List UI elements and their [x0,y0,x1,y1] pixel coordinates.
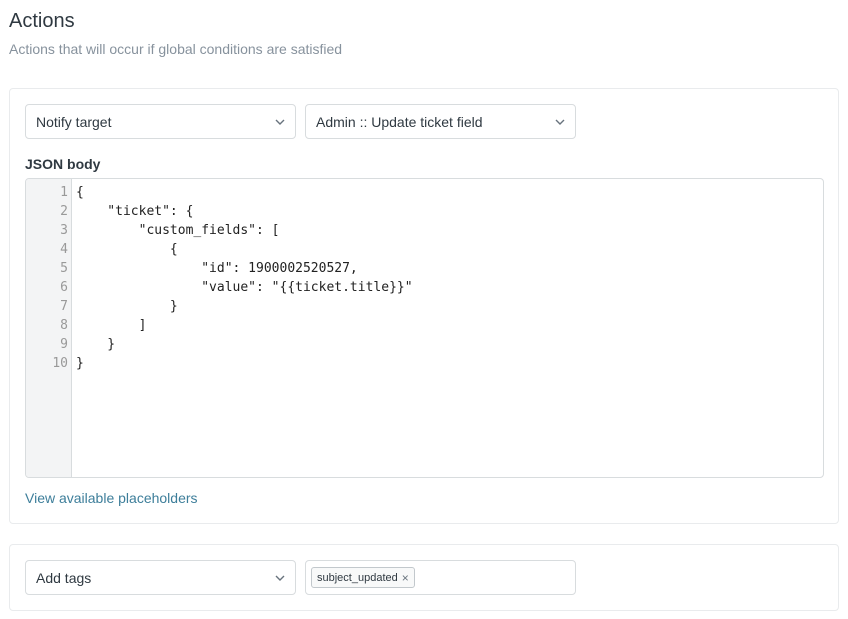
chevron-down-icon [275,117,285,127]
code-line: } [76,356,84,371]
actions-title: Actions [9,10,75,32]
action-card-notify: Notify target Admin :: Update ticket fie… [9,88,839,524]
json-body-label: JSON body [25,156,101,172]
code-line: "ticket": { [76,204,194,219]
notify-target-value: Admin :: Update ticket field [316,113,483,130]
tag-chip: subject_updated × [311,567,415,588]
line-number-gutter: 1 2 3 4 5 6 7 8 9 10 [26,179,72,477]
code-line: } [76,299,178,314]
json-body-editor[interactable]: 1 2 3 4 5 6 7 8 9 10 { "ticket": { "cust… [25,178,824,478]
tags-input[interactable]: subject_updated × [305,560,576,595]
notify-target-select[interactable]: Admin :: Update ticket field [305,104,576,139]
line-number: 4 [60,242,68,257]
action-type-select[interactable]: Notify target [25,104,296,139]
action-type-select[interactable]: Add tags [25,560,296,595]
code-line: "value": "{{ticket.title}}" [76,280,413,295]
action-card-tags: Add tags subject_updated × [9,544,839,611]
code-line: } [76,337,116,352]
line-number: 10 [52,356,68,371]
view-placeholders-link[interactable]: View available placeholders [25,490,198,506]
code-line: "custom_fields": [ [76,223,280,238]
code-line: { [76,242,178,257]
code-line: ] [76,318,147,333]
line-number: 2 [60,204,68,219]
line-number: 1 [60,185,68,200]
tag-label: subject_updated [317,571,398,584]
code-line: { [76,185,84,200]
action-type-value: Add tags [36,569,92,586]
close-icon[interactable]: × [402,572,409,584]
line-number: 7 [60,299,68,314]
actions-subtitle: Actions that will occur if global condit… [9,41,343,57]
action-type-value: Notify target [36,113,112,130]
line-number: 6 [60,280,68,295]
code-line: "id": 1900002520527, [76,261,358,276]
line-number: 3 [60,223,68,238]
line-number: 5 [60,261,68,276]
line-number: 8 [60,318,68,333]
line-number: 9 [60,337,68,352]
chevron-down-icon [555,117,565,127]
chevron-down-icon [275,573,285,583]
